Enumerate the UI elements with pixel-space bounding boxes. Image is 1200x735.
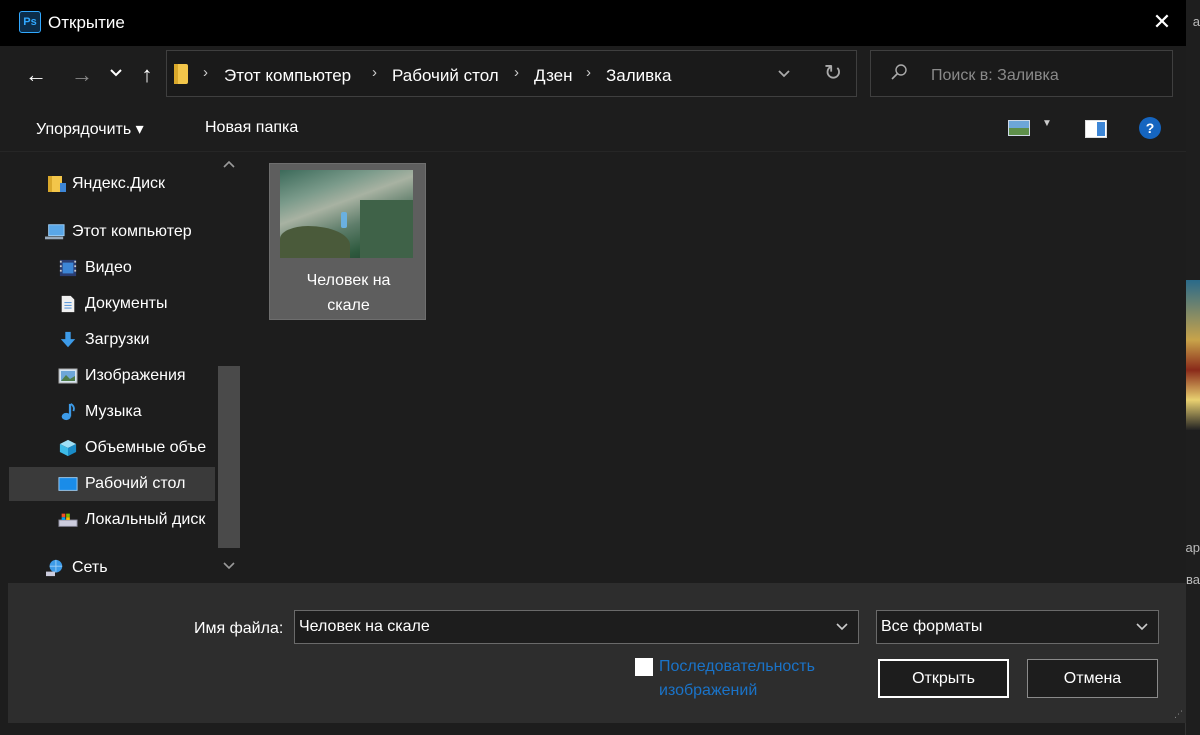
computer-icon <box>45 224 65 240</box>
sidebar-item-label: Изображения <box>85 367 186 384</box>
sidebar-item-pictures[interactable]: Изображения <box>9 359 215 393</box>
open-file-dialog: Ps Открытие ✕ ← → ↑ › Этот компьютер › Р… <box>0 0 1186 735</box>
sidebar-item-label: Документы <box>85 295 168 312</box>
chevron-down-icon[interactable] <box>835 619 849 635</box>
sidebar-item-local-disk[interactable]: Локальный диск <box>9 503 215 537</box>
back-button[interactable]: ← <box>22 60 50 90</box>
search-placeholder: Поиск в: Заливка <box>931 67 1059 84</box>
image-thumbnail <box>280 170 413 258</box>
video-icon <box>59 259 77 277</box>
pictures-icon <box>58 368 78 384</box>
sidebar-item-this-pc[interactable]: Этот компьютер <box>9 215 215 249</box>
documents-icon <box>61 295 75 313</box>
chevron-right-icon: › <box>514 64 519 81</box>
sidebar-item-3d-objects[interactable]: Объемные объе <box>9 431 215 465</box>
sidebar-item-label: Яндекс.Диск <box>72 175 166 192</box>
help-icon[interactable]: ? <box>1139 117 1161 139</box>
forward-button[interactable]: → <box>68 60 96 90</box>
view-dropdown-button[interactable]: ▼ <box>1042 118 1052 129</box>
image-sequence-label[interactable]: Последовательность изображений <box>659 655 815 703</box>
sidebar-item-desktop[interactable]: Рабочий стол <box>9 467 215 501</box>
new-folder-button[interactable]: Новая папка <box>205 119 298 137</box>
3d-objects-icon <box>59 439 77 457</box>
image-sequence-checkbox[interactable] <box>635 658 653 676</box>
sidebar-item-label: Рабочий стол <box>85 475 186 492</box>
sidebar-item-yandex-disk[interactable]: Яндекс.Диск <box>9 167 215 201</box>
chevron-right-icon: › <box>372 64 377 81</box>
desktop-icon <box>58 477 78 491</box>
refresh-button[interactable]: ↻ <box>819 59 847 87</box>
sidebar-item-label: Локальный диск <box>85 511 206 528</box>
preview-pane-icon[interactable] <box>1085 120 1107 138</box>
chevron-down-icon <box>110 69 122 77</box>
window-title: Открытие <box>48 13 125 32</box>
resize-grip-icon[interactable]: ⋰ <box>1174 709 1183 720</box>
chevron-right-icon: › <box>203 64 208 81</box>
music-icon <box>61 403 75 421</box>
drive-icon <box>58 513 78 527</box>
address-bar[interactable]: › Этот компьютер › Рабочий стол › Дзен ›… <box>166 50 857 97</box>
file-list: Человек на скале <box>246 152 1186 583</box>
search-icon <box>891 64 907 80</box>
folder-icon <box>174 64 188 84</box>
background-text: а <box>1192 14 1200 29</box>
sidebar-item-label: Этот компьютер <box>72 223 192 240</box>
sidebar-item-documents[interactable]: Документы <box>9 287 215 321</box>
background-text: ва <box>1186 572 1200 587</box>
sidebar-item-network[interactable]: Сеть <box>9 551 215 583</box>
sidebar-item-label: Видео <box>85 259 132 276</box>
file-format-select[interactable]: Все форматы <box>876 610 1159 644</box>
up-button[interactable]: ↑ <box>134 60 160 90</box>
sidebar-item-downloads[interactable]: Загрузки <box>9 323 215 357</box>
chevron-up-icon[interactable] <box>218 158 240 172</box>
photoshop-icon: Ps <box>19 11 41 33</box>
breadcrumb-fill[interactable]: Заливка <box>606 66 671 86</box>
title-bar: Ps Открытие ✕ <box>0 0 1186 46</box>
navigation-bar: ← → ↑ › Этот компьютер › Рабочий стол › … <box>0 46 1186 106</box>
chevron-down-icon <box>1136 623 1148 631</box>
sidebar-item-label: Музыка <box>85 403 142 420</box>
folder-icon <box>48 176 66 192</box>
navigation-pane: Яндекс.Диск Этот компьютер Видео Докумен… <box>0 152 244 583</box>
address-dropdown-button[interactable] <box>773 61 795 87</box>
sidebar-item-label: Загрузки <box>85 331 150 348</box>
search-input[interactable]: Поиск в: Заливка <box>870 50 1173 97</box>
breadcrumb-this-pc[interactable]: Этот компьютер <box>224 66 351 86</box>
sidebar-item-music[interactable]: Музыка <box>9 395 215 429</box>
download-icon <box>60 331 76 348</box>
scrollbar-thumb[interactable] <box>218 366 240 548</box>
close-button[interactable]: ✕ <box>1148 8 1176 36</box>
sidebar-item-label: Объемные объе <box>85 439 207 456</box>
chevron-right-icon: › <box>586 64 591 81</box>
background-image <box>1186 280 1200 430</box>
cancel-button[interactable]: Отмена <box>1027 659 1158 698</box>
file-item[interactable]: Человек на скале <box>269 163 426 320</box>
filename-input[interactable]: Человек на скале <box>294 610 859 644</box>
file-name-panel: Имя файла: Человек на скале Все форматы … <box>8 583 1186 723</box>
breadcrumb-desktop[interactable]: Рабочий стол <box>392 66 499 86</box>
person-figure <box>341 212 347 228</box>
chevron-down-icon[interactable] <box>218 560 240 574</box>
chevron-down-icon <box>778 70 790 78</box>
network-icon <box>46 559 63 577</box>
open-button[interactable]: Открыть <box>878 659 1009 698</box>
sidebar-item-label: Сеть <box>72 559 108 576</box>
filename-label: Имя файла: <box>194 620 284 637</box>
command-toolbar: Упорядочить ▾ Новая папка ▼ ? <box>0 106 1186 152</box>
breadcrumb-zen[interactable]: Дзен <box>534 66 573 86</box>
view-options-icon[interactable] <box>1008 120 1030 136</box>
organize-button[interactable]: Упорядочить ▾ <box>36 119 144 139</box>
file-name: Человек на скале <box>306 272 391 314</box>
sidebar-item-video[interactable]: Видео <box>9 251 215 285</box>
recent-locations-button[interactable] <box>106 58 126 88</box>
